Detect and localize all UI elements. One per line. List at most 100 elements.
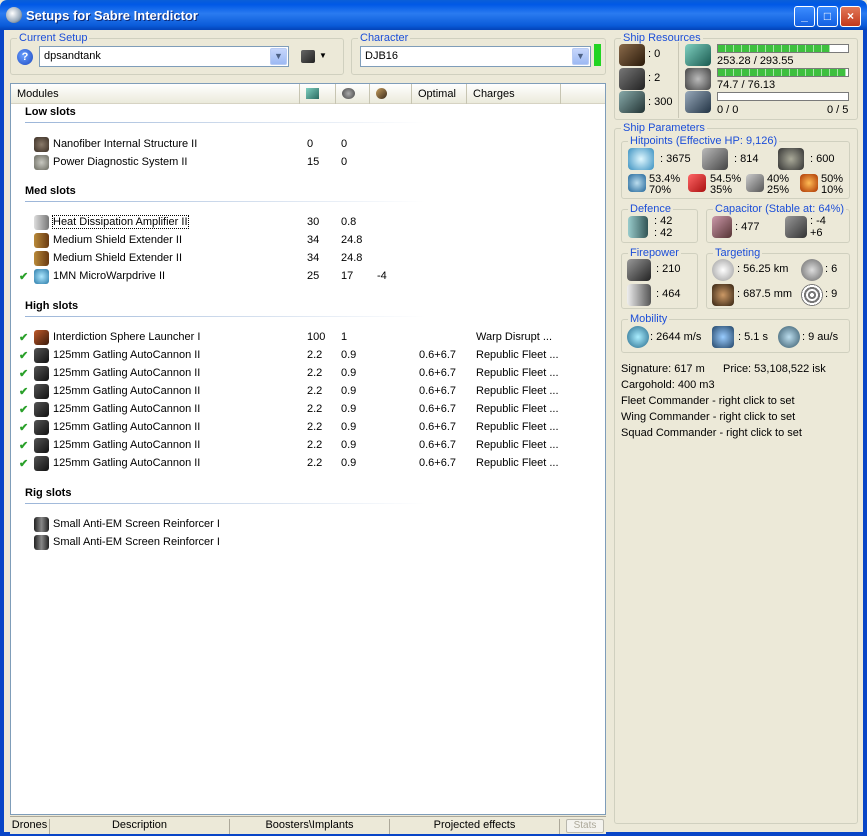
module-icon xyxy=(34,269,49,284)
module-cpu: 2.2 xyxy=(307,421,323,433)
launcher-slots: : 2 xyxy=(648,72,661,84)
armor-hp: : 814 xyxy=(734,153,759,165)
chevron-down-icon[interactable]: ▼ xyxy=(270,48,287,65)
active-check-icon[interactable]: ✔ xyxy=(19,421,28,434)
module-cpu: 2.2 xyxy=(307,367,323,379)
module-name: Nanofiber Internal Structure II xyxy=(53,138,198,150)
chevron-down-icon[interactable]: ▼ xyxy=(572,48,589,65)
cpu-icon xyxy=(685,44,711,66)
character-select-value: DJB16 xyxy=(365,50,399,62)
active-check-icon[interactable]: ✔ xyxy=(19,457,28,470)
module-row[interactable]: Small Anti-EM Screen Reinforcer I xyxy=(11,534,605,552)
character-select[interactable]: DJB16 ▼ xyxy=(360,46,591,67)
maximize-button[interactable]: □ xyxy=(817,6,838,27)
module-row[interactable]: Power Diagnostic System II 15 0 xyxy=(11,154,605,172)
targeting-title: Targeting xyxy=(713,247,763,259)
module-row[interactable]: ✔ 125mm Gatling AutoCannon II 2.2 0.9 0.6+6.… xyxy=(11,347,605,365)
module-cpu: 2.2 xyxy=(307,457,323,469)
powergrid-icon xyxy=(685,68,711,90)
cpu-bar-fill xyxy=(718,45,831,52)
ship-parameters-group: Ship Parameters Hitpoints (Effective HP:… xyxy=(614,122,858,824)
title-bar: Setups for Sabre Interdictor _ □ × xyxy=(0,0,867,30)
tab-boosters-implants[interactable]: Boosters\Implants xyxy=(230,819,390,834)
module-power: 24.8 xyxy=(341,234,363,246)
module-row[interactable]: Small Anti-EM Screen Reinforcer I xyxy=(11,516,605,534)
resources-divider xyxy=(678,42,679,118)
capacitor-amount: : 477 xyxy=(735,221,760,233)
modules-header: Modules Optimal Charges xyxy=(11,84,605,104)
module-row[interactable]: ✔ 125mm Gatling AutoCannon II 2.2 0.9 0.6+6.… xyxy=(11,383,605,401)
module-row[interactable]: Nanofiber Internal Structure II 0 0 xyxy=(11,136,605,154)
help-icon[interactable]: ? xyxy=(17,49,33,65)
module-row[interactable]: ✔ 125mm Gatling AutoCannon II 2.2 0.9 0.6+6.… xyxy=(11,455,605,473)
setup-select[interactable]: dpsandtank ▼ xyxy=(39,46,289,67)
power-bar-fill xyxy=(718,69,846,76)
calibration-icon xyxy=(619,91,645,113)
tab-projected-effects[interactable]: Projected effects xyxy=(390,819,560,834)
squad-commander[interactable]: Squad Commander - right click to set xyxy=(621,427,802,439)
col-power[interactable] xyxy=(336,84,370,104)
tab-description[interactable]: Description xyxy=(50,819,230,834)
targeting-sensor: : 9 xyxy=(825,288,838,300)
module-row[interactable]: Medium Shield Extender II 34 24.8 xyxy=(11,250,605,268)
module-cpu: 2.2 xyxy=(307,403,323,415)
col-cpu[interactable] xyxy=(300,84,336,104)
active-check-icon[interactable]: ✔ xyxy=(19,349,28,362)
cpu-icon xyxy=(306,88,319,99)
setup-menu-button[interactable]: ▼ xyxy=(301,49,331,65)
active-check-icon[interactable]: ✔ xyxy=(19,367,28,380)
module-name: Small Anti-EM Screen Reinforcer I xyxy=(53,518,220,530)
scan-resolution-icon xyxy=(712,284,734,306)
module-row[interactable]: ✔ 125mm Gatling AutoCannon II 2.2 0.9 0.6+6.… xyxy=(11,365,605,383)
high-slots-title: High slots xyxy=(25,300,79,312)
ship-resources-group: Ship Resources : 0 : 2 : 300 253.28 / 29… xyxy=(614,32,858,120)
col-optimal[interactable]: Optimal xyxy=(412,84,467,104)
module-optimal: 0.6+6.7 xyxy=(419,439,457,451)
active-check-icon[interactable]: ✔ xyxy=(19,403,28,416)
cpu-text: 253.28 / 293.55 xyxy=(717,55,794,67)
stats-button[interactable]: Stats xyxy=(566,819,604,833)
col-capacitor[interactable] xyxy=(370,84,412,104)
active-check-icon[interactable]: ✔ xyxy=(19,331,28,344)
turret-slots: : 0 xyxy=(648,48,661,60)
tab-drones[interactable]: Drones xyxy=(10,819,50,834)
capacitor-icon xyxy=(376,88,387,99)
module-icon xyxy=(34,456,49,471)
module-row[interactable]: ✔ Interdiction Sphere Launcher I 100 1 Warp … xyxy=(11,329,605,347)
module-charges: Republic Fleet ... xyxy=(476,349,559,361)
power-text: 74.7 / 76.13 xyxy=(717,79,776,91)
module-row[interactable]: Medium Shield Extender II 34 24.8 xyxy=(11,232,605,250)
module-icon xyxy=(34,233,49,248)
hitpoints-group: Hitpoints (Effective HP: 9,126) : 3675 :… xyxy=(621,135,850,199)
module-row[interactable]: ✔ 125mm Gatling AutoCannon II 2.2 0.9 0.6+6.… xyxy=(11,401,605,419)
module-power: 0.8 xyxy=(341,216,357,228)
thermal-resist-icon xyxy=(688,174,706,192)
module-row[interactable]: ✔ 1MN MicroWarpdrive II 25 17 -4 xyxy=(11,268,605,286)
fleet-commander[interactable]: Fleet Commander - right click to set xyxy=(621,395,795,407)
resist-3b: 25% xyxy=(767,184,790,196)
module-name: Medium Shield Extender II xyxy=(53,234,183,246)
active-check-icon[interactable]: ✔ xyxy=(19,385,28,398)
active-check-icon[interactable]: ✔ xyxy=(19,270,28,283)
wing-commander[interactable]: Wing Commander - right click to set xyxy=(621,411,795,423)
resist-4b: 10% xyxy=(821,184,844,196)
firepower-2: : 464 xyxy=(656,288,681,300)
resist-1b: 70% xyxy=(649,184,672,196)
col-modules[interactable]: Modules xyxy=(11,84,300,104)
module-row[interactable]: ✔ 125mm Gatling AutoCannon II 2.2 0.9 0.6+6.… xyxy=(11,437,605,455)
col-charges[interactable]: Charges xyxy=(467,84,561,104)
current-setup-group: Current Setup ? dpsandtank ▼ ▼ xyxy=(10,32,344,75)
module-icon xyxy=(34,330,49,345)
defence-group: Defence : 42 : 42 xyxy=(621,203,698,243)
minimize-button[interactable]: _ xyxy=(794,6,815,27)
align-time-icon xyxy=(712,326,734,348)
active-check-icon[interactable]: ✔ xyxy=(19,439,28,452)
module-row[interactable]: ✔ 125mm Gatling AutoCannon II 2.2 0.9 0.6+6.… xyxy=(11,419,605,437)
close-button[interactable]: × xyxy=(840,6,861,27)
cargohold: Cargohold: 400 m3 xyxy=(621,379,715,391)
module-row[interactable]: Heat Dissipation Amplifier II 30 0.8 xyxy=(11,214,605,232)
module-name: 125mm Gatling AutoCannon II xyxy=(53,349,201,361)
targeting-group: Targeting : 56.25 km : 6 : 687.5 mm : 9 xyxy=(706,247,850,309)
module-cpu: 2.2 xyxy=(307,439,323,451)
defence-title: Defence xyxy=(628,203,673,215)
